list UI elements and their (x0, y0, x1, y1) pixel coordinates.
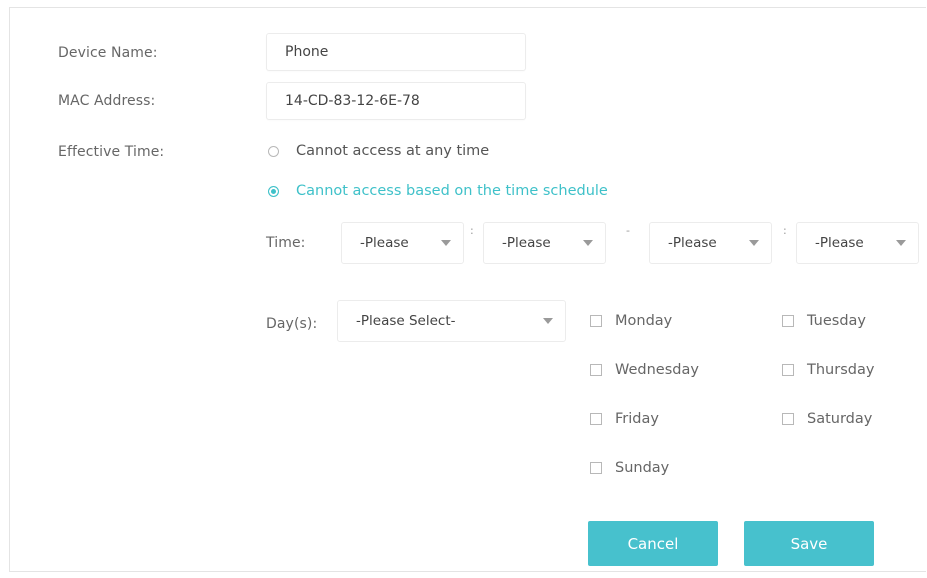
time-end-hour-select[interactable]: -Please (649, 222, 772, 264)
radio-icon[interactable] (268, 185, 279, 197)
radio-option-time-schedule[interactable]: Cannot access based on the time schedule (268, 183, 608, 199)
mac-address-field[interactable]: 14-CD-83-12-6E-78 (266, 82, 526, 120)
select-value: -Please (815, 235, 864, 251)
dropdown-caret-icon (749, 240, 759, 246)
device-name-label: Device Name: (58, 45, 158, 61)
dropdown-caret-icon (441, 240, 451, 246)
checkbox-label: Monday (615, 313, 673, 329)
time-separator: : (470, 224, 474, 237)
time-start-minute-select[interactable]: -Please (483, 222, 606, 264)
checkbox-thursday[interactable]: Thursday (782, 362, 874, 378)
checkbox-tuesday[interactable]: Tuesday (782, 313, 866, 329)
time-end-minute-select[interactable]: -Please (796, 222, 919, 264)
select-value: -Please Select- (356, 313, 456, 329)
dropdown-caret-icon (583, 240, 593, 246)
checkbox-label: Thursday (807, 362, 875, 378)
time-separator: : (783, 224, 787, 237)
checkbox-sunday[interactable]: Sunday (590, 460, 669, 476)
checkbox-icon[interactable] (782, 364, 794, 376)
checkbox-label: Wednesday (615, 362, 699, 378)
select-value: -Please (502, 235, 551, 251)
days-select[interactable]: -Please Select- (337, 300, 566, 342)
checkbox-icon[interactable] (590, 413, 602, 425)
checkbox-label: Tuesday (807, 313, 866, 329)
checkbox-label: Saturday (807, 411, 873, 427)
time-range-separator: - (626, 224, 630, 237)
radio-label-any-time: Cannot access at any time (296, 143, 490, 159)
radio-option-any-time[interactable]: Cannot access at any time (268, 143, 489, 159)
effective-time-label: Effective Time: (58, 144, 165, 160)
radio-icon[interactable] (268, 145, 279, 157)
checkbox-icon[interactable] (782, 413, 794, 425)
dropdown-caret-icon (543, 318, 553, 324)
checkbox-icon[interactable] (782, 315, 794, 327)
checkbox-icon[interactable] (590, 315, 602, 327)
time-start-hour-select[interactable]: -Please (341, 222, 464, 264)
mac-address-label: MAC Address: (58, 93, 156, 109)
checkbox-label: Friday (615, 411, 659, 427)
select-value: -Please (668, 235, 717, 251)
cancel-button[interactable]: Cancel (588, 521, 718, 566)
time-label: Time: (266, 235, 306, 251)
checkbox-monday[interactable]: Monday (590, 313, 672, 329)
checkbox-wednesday[interactable]: Wednesday (590, 362, 699, 378)
dropdown-caret-icon (896, 240, 906, 246)
checkbox-icon[interactable] (590, 364, 602, 376)
checkbox-saturday[interactable]: Saturday (782, 411, 872, 427)
days-label: Day(s): (266, 316, 318, 332)
radio-label-time-schedule: Cannot access based on the time schedule (296, 183, 608, 199)
checkbox-label: Sunday (615, 460, 670, 476)
save-button[interactable]: Save (744, 521, 874, 566)
device-name-field[interactable]: Phone (266, 33, 526, 71)
checkbox-icon[interactable] (590, 462, 602, 474)
checkbox-friday[interactable]: Friday (590, 411, 659, 427)
select-value: -Please (360, 235, 409, 251)
